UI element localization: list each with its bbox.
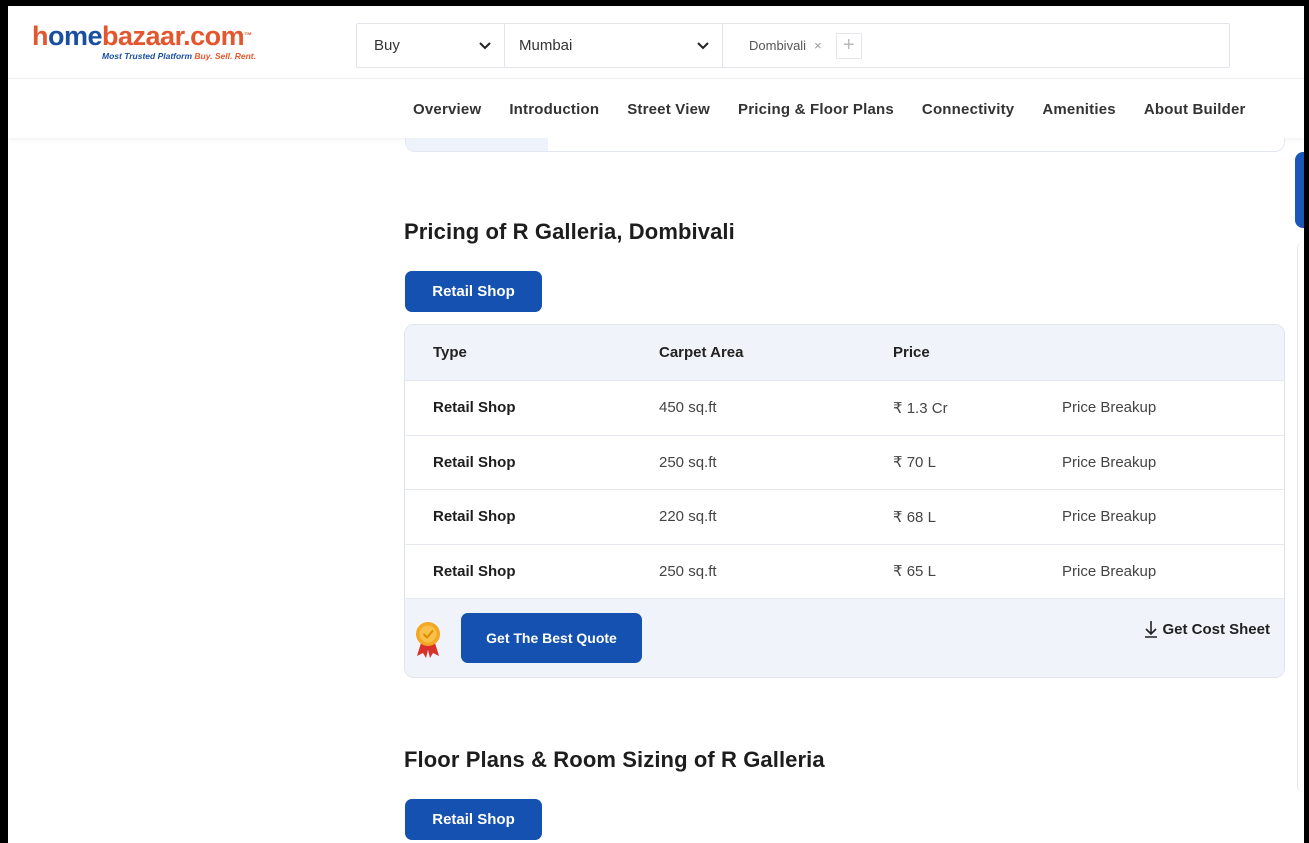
cell-type: Retail Shop bbox=[433, 399, 516, 417]
table-header: Type Carpet Area Price bbox=[405, 325, 1284, 381]
add-locality-icon[interactable]: + bbox=[835, 32, 862, 59]
side-tab[interactable] bbox=[1295, 152, 1304, 228]
floor-plans-tab-retail-shop[interactable]: Retail Shop bbox=[405, 799, 542, 840]
locality-chip: Dombivali × + bbox=[723, 24, 862, 67]
cell-price: ₹ 70 L bbox=[893, 454, 936, 472]
side-panel-edge bbox=[1297, 242, 1304, 792]
table-row: Retail Shop 250 sq.ft ₹ 65 L Price Breakup bbox=[405, 545, 1284, 599]
chevron-down-icon bbox=[697, 42, 709, 50]
nav-tab-connectivity[interactable]: Connectivity bbox=[922, 101, 1014, 118]
nav-tab-introduction[interactable]: Introduction bbox=[509, 101, 599, 118]
section-nav: Overview Introduction Street View Pricing &… bbox=[8, 78, 1304, 138]
nav-tab-street-view[interactable]: Street View bbox=[627, 101, 710, 118]
homebazaar-logo[interactable]: homebazaar.com™ Most Trusted Platform Bu… bbox=[32, 22, 256, 61]
remove-locality-icon[interactable]: × bbox=[814, 38, 822, 53]
search-bar: Buy Mumbai Dombivali × + bbox=[356, 23, 1230, 68]
cell-type: Retail Shop bbox=[433, 453, 516, 471]
table-footer: Get The Best Quote Get Cost Sheet bbox=[405, 599, 1284, 677]
award-medal-icon bbox=[416, 622, 440, 658]
previous-card-edge bbox=[405, 138, 1285, 152]
get-cost-sheet-link[interactable]: Get Cost Sheet bbox=[1144, 620, 1270, 638]
cell-carpet-area: 220 sq.ft bbox=[659, 508, 717, 526]
nav-tab-amenities[interactable]: Amenities bbox=[1042, 101, 1116, 118]
nav-tab-overview[interactable]: Overview bbox=[413, 101, 481, 118]
cell-type: Retail Shop bbox=[433, 508, 516, 526]
logo-trademark: ™ bbox=[244, 31, 252, 40]
cell-type: Retail Shop bbox=[433, 562, 516, 580]
nav-tab-pricing-floor-plans[interactable]: Pricing & Floor Plans bbox=[738, 101, 894, 118]
chevron-down-icon bbox=[479, 42, 491, 50]
get-best-quote-button[interactable]: Get The Best Quote bbox=[461, 613, 642, 663]
table-row: Retail Shop 450 sq.ft ₹ 1.3 Cr Price Breaku… bbox=[405, 381, 1284, 436]
site-header: homebazaar.com™ Most Trusted Platform Bu… bbox=[8, 6, 1304, 78]
cell-carpet-area: 250 sq.ft bbox=[659, 562, 717, 580]
logo-bazaar: bazaar.com bbox=[102, 21, 245, 51]
pricing-title: Pricing of R Galleria, Dombivali bbox=[404, 219, 735, 244]
pricing-tab-retail-shop[interactable]: Retail Shop bbox=[405, 271, 542, 312]
city-dropdown[interactable]: Mumbai bbox=[505, 24, 723, 67]
logo-h: h bbox=[32, 21, 49, 51]
column-header-price: Price bbox=[893, 344, 930, 361]
download-icon bbox=[1145, 621, 1158, 638]
pricing-table: Type Carpet Area Price Retail Shop 450 sq… bbox=[404, 324, 1285, 678]
buy-dropdown[interactable]: Buy bbox=[357, 24, 505, 67]
floor-plans-title: Floor Plans & Room Sizing of R Galleria bbox=[404, 747, 825, 772]
locality-label: Dombivali bbox=[749, 38, 807, 53]
cell-price: ₹ 1.3 Cr bbox=[893, 399, 948, 417]
column-header-type: Type bbox=[433, 344, 467, 361]
price-breakup-link[interactable]: Price Breakup bbox=[1062, 454, 1156, 471]
logo-ome: ome bbox=[48, 21, 103, 51]
page: homebazaar.com™ Most Trusted Platform Bu… bbox=[8, 6, 1304, 843]
logo-tagline: Most Trusted Platform Buy. Sell. Rent. bbox=[102, 51, 256, 61]
nav-tab-about-builder[interactable]: About Builder bbox=[1144, 101, 1246, 118]
price-breakup-link[interactable]: Price Breakup bbox=[1062, 399, 1156, 416]
cell-carpet-area: 450 sq.ft bbox=[659, 399, 717, 417]
cell-carpet-area: 250 sq.ft bbox=[659, 453, 717, 471]
table-row: Retail Shop 220 sq.ft ₹ 68 L Price Breakup bbox=[405, 490, 1284, 545]
price-breakup-link[interactable]: Price Breakup bbox=[1062, 508, 1156, 525]
cell-price: ₹ 65 L bbox=[893, 563, 936, 581]
column-header-carpet-area: Carpet Area bbox=[659, 344, 744, 361]
table-row: Retail Shop 250 sq.ft ₹ 70 L Price Breakup bbox=[405, 436, 1284, 490]
price-breakup-link[interactable]: Price Breakup bbox=[1062, 563, 1156, 580]
cell-price: ₹ 68 L bbox=[893, 508, 936, 526]
